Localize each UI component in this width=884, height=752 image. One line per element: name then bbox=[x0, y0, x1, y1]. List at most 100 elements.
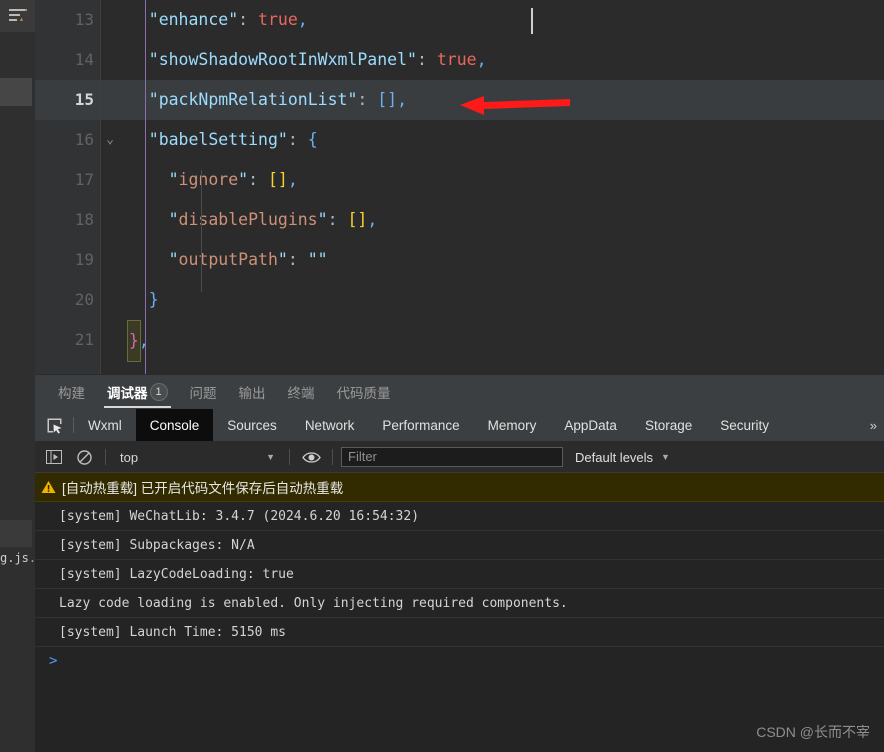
tool-tab-label: 代码质量 bbox=[336, 386, 391, 401]
code-colon: : bbox=[416, 50, 437, 69]
console-input-prompt[interactable]: > bbox=[35, 647, 884, 675]
tool-tab-label: 调试器 bbox=[107, 386, 148, 401]
rail-file-name[interactable]: g.js... bbox=[0, 551, 35, 565]
toolbar-divider bbox=[289, 449, 290, 465]
devtools-tab-label: Network bbox=[304, 417, 355, 433]
code-quote: " bbox=[168, 250, 179, 269]
tool-tab[interactable]: 问题 bbox=[179, 375, 228, 409]
devtools-tab[interactable]: Memory bbox=[474, 409, 551, 441]
tool-tab[interactable]: 调试器 1 bbox=[96, 375, 179, 409]
code-brace: } bbox=[148, 290, 159, 309]
console-log-row[interactable]: [system] WeChatLib: 3.4.7 (2024.6.20 16:… bbox=[35, 502, 884, 531]
code-line[interactable]: "outputPath": "" bbox=[101, 240, 884, 280]
line-number-text: 17 bbox=[74, 170, 94, 189]
code-line[interactable]: } bbox=[101, 280, 884, 320]
code-line[interactable]: "enhance": true, bbox=[101, 0, 884, 40]
console-log-row[interactable]: [system] LazyCodeLoading: true bbox=[35, 560, 884, 589]
execution-context-value: top bbox=[120, 449, 139, 465]
outline-list-icon[interactable] bbox=[0, 0, 35, 32]
devtools-tab[interactable]: Network bbox=[291, 409, 369, 441]
devtools-tab[interactable]: AppData bbox=[550, 409, 631, 441]
code-line[interactable]: "packNpmRelationList": [], bbox=[101, 80, 884, 120]
console-filter-input[interactable]: Filter bbox=[341, 447, 563, 467]
line-number[interactable]: 15 bbox=[35, 80, 100, 120]
line-number[interactable]: 14 bbox=[35, 40, 100, 80]
rail-file-name-text: g.js bbox=[0, 551, 29, 565]
devtools-tabbar[interactable]: Wxml Console Sources Network Performance Memo… bbox=[35, 409, 884, 442]
line-number[interactable]: 20 bbox=[35, 280, 100, 320]
devtools-tab[interactable]: Security bbox=[706, 409, 783, 441]
code-quote: " bbox=[347, 90, 358, 109]
console-toolbar[interactable]: top ▼ Filter Default levels ▼ bbox=[35, 442, 884, 473]
activity-rail: g.js... bbox=[0, 0, 35, 752]
code-key: disablePlugins bbox=[178, 210, 318, 229]
code-content-area[interactable]: "enhance": true, "showShadowRootInWxmlPa… bbox=[100, 0, 884, 374]
code-colon: : bbox=[287, 130, 308, 149]
console-log-list[interactable]: [自动热重载] 已开启代码文件保存后自动热重载 [system] WeChatLi… bbox=[35, 473, 884, 752]
line-number[interactable]: 13 bbox=[35, 0, 100, 40]
tool-window-tabbar[interactable]: 构建 调试器 1 问题 输出 终端 代码质量 bbox=[35, 374, 884, 409]
code-colon: : bbox=[287, 250, 308, 269]
tool-tab[interactable]: 代码质量 bbox=[326, 375, 402, 409]
code-value: true bbox=[258, 10, 298, 29]
text-caret bbox=[531, 8, 533, 34]
line-number[interactable]: 16 ⌄ bbox=[35, 120, 114, 160]
code-editor[interactable]: 13 14 15 16 ⌄ 17 18 19 20 21 "enhance": true, "sh… bbox=[35, 0, 884, 374]
console-log-row[interactable]: [自动热重载] 已开启代码文件保存后自动热重载 bbox=[35, 473, 884, 502]
code-comma: , bbox=[138, 331, 149, 350]
devtools-tab[interactable]: Storage bbox=[631, 409, 706, 441]
code-line[interactable]: "babelSetting": { bbox=[101, 120, 884, 160]
console-log-text: [system] WeChatLib: 3.4.7 (2024.6.20 16:… bbox=[59, 508, 420, 524]
devtools-tab[interactable]: Performance bbox=[368, 409, 473, 441]
devtools-tab[interactable]: Console bbox=[135, 409, 214, 441]
rail-selected-stub[interactable] bbox=[0, 78, 32, 106]
prompt-chevron-icon: > bbox=[49, 653, 58, 669]
warning-triangle-icon bbox=[41, 480, 56, 494]
devtools-tab[interactable]: Sources bbox=[213, 409, 291, 441]
editor-gutter[interactable]: 13 14 15 16 ⌄ 17 18 19 20 21 bbox=[35, 0, 114, 374]
code-line[interactable]: }, bbox=[101, 320, 884, 362]
devtools-tab-label: Security bbox=[720, 417, 770, 433]
log-level-selector[interactable]: Default levels ▼ bbox=[567, 450, 678, 465]
code-quote: " bbox=[148, 90, 159, 109]
code-line[interactable]: "showShadowRootInWxmlPanel": true, bbox=[101, 40, 884, 80]
console-log-row[interactable]: [system] Subpackages: N/A bbox=[35, 531, 884, 560]
console-sidebar-toggle-icon[interactable] bbox=[41, 445, 67, 469]
clear-console-icon[interactable] bbox=[71, 445, 97, 469]
line-number-text: 21 bbox=[74, 330, 94, 349]
line-number[interactable]: 21 bbox=[35, 320, 100, 360]
tool-tab-label: 终端 bbox=[287, 386, 315, 401]
main-column: 13 14 15 16 ⌄ 17 18 19 20 21 "enhance": true, "sh… bbox=[35, 0, 884, 752]
console-log-text: [自动热重载] 已开启代码文件保存后自动热重载 bbox=[62, 481, 344, 496]
line-number[interactable]: 19 bbox=[35, 240, 100, 280]
devtools-panel: Wxml Console Sources Network Performance Memo… bbox=[35, 409, 884, 752]
console-log-row[interactable]: Lazy code loading is enabled. Only injec… bbox=[35, 589, 884, 618]
code-colon: : bbox=[238, 10, 259, 29]
tool-tab[interactable]: 构建 bbox=[47, 375, 96, 409]
code-line[interactable]: "disablePlugins": [], bbox=[101, 200, 884, 240]
line-number-text: 14 bbox=[74, 50, 94, 69]
line-number[interactable]: 17 bbox=[35, 160, 100, 200]
chevron-down-icon: ▼ bbox=[266, 452, 275, 462]
line-number-text: 15 bbox=[74, 90, 94, 109]
live-expression-eye-icon[interactable] bbox=[298, 445, 324, 469]
code-value: { bbox=[307, 130, 318, 149]
code-line[interactable]: "ignore": [], bbox=[101, 160, 884, 200]
tool-tab[interactable]: 输出 bbox=[228, 375, 277, 409]
devtools-tab[interactable]: Wxml bbox=[74, 409, 136, 441]
devtools-tab-list: Wxml Console Sources Network Performance Memo… bbox=[74, 409, 783, 441]
devtools-overflow-button[interactable]: » bbox=[863, 409, 884, 441]
chevron-down-icon[interactable]: ⌄ bbox=[102, 120, 118, 160]
devtools-tab-label: AppData bbox=[564, 417, 617, 433]
line-number[interactable]: 18 bbox=[35, 200, 100, 240]
inspect-element-icon[interactable] bbox=[35, 409, 73, 441]
code-comma: , bbox=[297, 10, 308, 29]
rail-file-stub[interactable] bbox=[0, 520, 32, 547]
code-quote: " bbox=[148, 10, 159, 29]
execution-context-selector[interactable]: top ▼ bbox=[114, 450, 281, 465]
code-key: showShadowRootInWxmlPanel bbox=[158, 50, 408, 69]
console-log-row[interactable]: [system] Launch Time: 5150 ms bbox=[35, 618, 884, 647]
tool-tab[interactable]: 终端 bbox=[277, 375, 326, 409]
